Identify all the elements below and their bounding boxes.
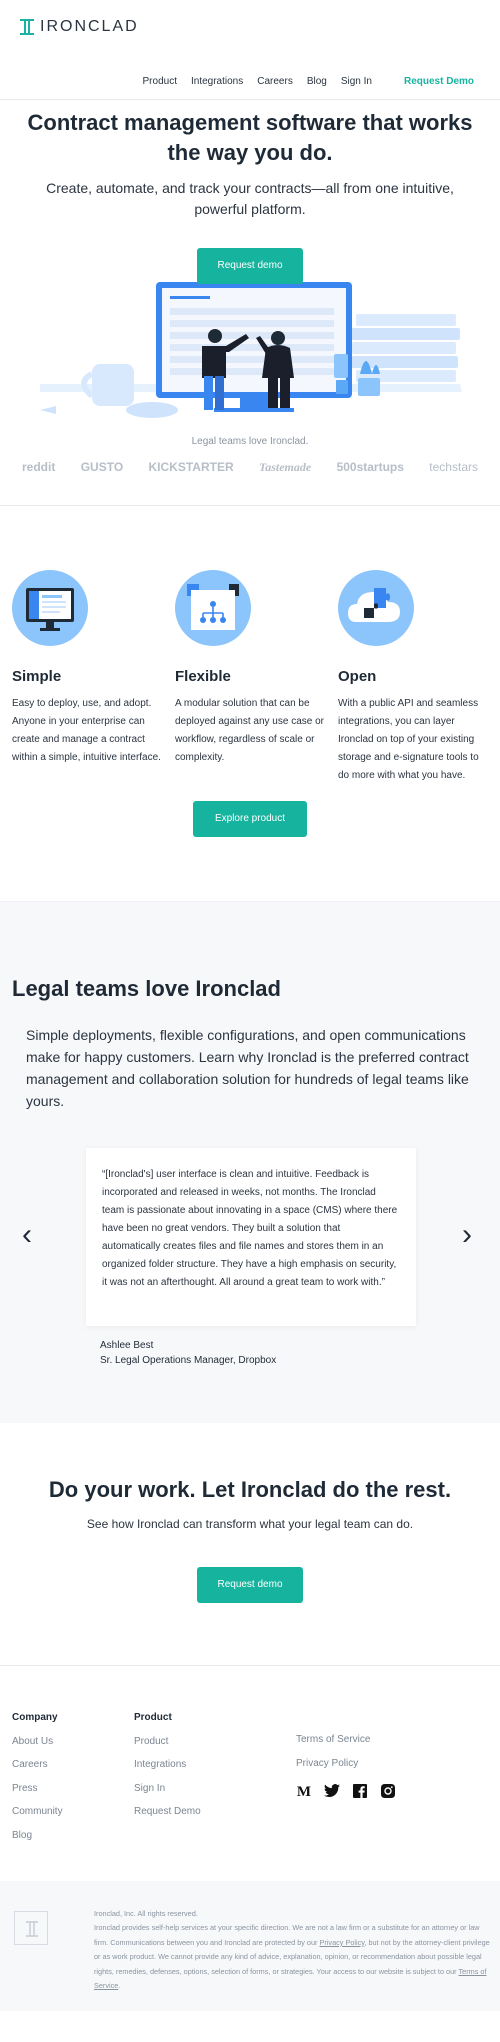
copyright: Ironclad, Inc. All rights reserved. bbox=[94, 1909, 198, 1918]
privacy-policy-link[interactable]: Privacy Policy bbox=[320, 1938, 365, 1947]
feature-title: Simple bbox=[12, 668, 62, 685]
workflow-icon bbox=[175, 570, 251, 646]
quote-author: Ashlee Best Sr. Legal Operations Manager… bbox=[100, 1338, 276, 1368]
nav-request-demo[interactable]: Request Demo bbox=[404, 76, 474, 87]
hero-subtitle: Create, automate, and track your contrac… bbox=[46, 180, 454, 217]
hero-request-demo-button[interactable]: Request demo bbox=[197, 248, 303, 284]
kickstarter-logo: KICKSTARTER bbox=[148, 460, 234, 474]
author-title: Sr. Legal Operations Manager, Dropbox bbox=[100, 1355, 277, 1366]
footer-heading: Product bbox=[134, 1712, 172, 1723]
nav-product[interactable]: Product bbox=[143, 76, 177, 87]
500startups-logo: 500startups bbox=[336, 460, 404, 474]
medium-icon[interactable]: M bbox=[296, 1784, 312, 1800]
legal-section: Ironclad, Inc. All rights reserved. Iron… bbox=[0, 1881, 500, 2011]
feature-title: Flexible bbox=[175, 668, 231, 685]
legal-disclaimer: Ironclad provides self-help services at … bbox=[94, 1923, 490, 1991]
puzzle-cloud-icon bbox=[338, 570, 414, 646]
explore-product-button[interactable]: Explore product bbox=[193, 801, 307, 837]
footer-link-product[interactable]: Product bbox=[134, 1730, 201, 1754]
footer-link-careers[interactable]: Careers bbox=[12, 1753, 63, 1777]
footer-link-integrations[interactable]: Integrations bbox=[134, 1753, 201, 1777]
social-links: M bbox=[296, 1784, 396, 1800]
hero-title: Contract management software that works … bbox=[27, 110, 473, 165]
chevron-right-icon[interactable]: › bbox=[462, 1218, 472, 1252]
nav-sign-in[interactable]: Sign In bbox=[341, 76, 372, 87]
feature-flexible: Flexible A modular solution that can be … bbox=[175, 570, 325, 785]
testimonials-section: Legal teams love Ironclad Simple deploym… bbox=[0, 901, 500, 1423]
testimonials-title: Legal teams love Ironclad bbox=[12, 976, 281, 1001]
reddit-logo: reddit bbox=[22, 460, 56, 474]
hero-section: Contract management software that works … bbox=[0, 108, 500, 506]
logos-caption: Legal teams love Ironclad. bbox=[191, 436, 309, 447]
tastemade-logo: Tastemade bbox=[258, 459, 312, 474]
feature-text: Easy to deploy, use, and adopt. Anyone i… bbox=[12, 698, 161, 763]
hero-illustration bbox=[0, 274, 500, 424]
feature-text: With a public API and seamless integrati… bbox=[338, 698, 479, 781]
techstars-logo: techstars bbox=[429, 460, 478, 474]
feature-simple: Simple Easy to deploy, use, and adopt. A… bbox=[12, 570, 162, 785]
office-illustration-icon bbox=[40, 282, 462, 418]
cta-request-demo-button[interactable]: Request demo bbox=[197, 1567, 303, 1603]
feature-open: Open With a public API and seamless inte… bbox=[338, 570, 488, 785]
footer-legal-column: Terms of Service Privacy Policy bbox=[296, 1728, 370, 1775]
nav-careers[interactable]: Careers bbox=[257, 76, 293, 87]
quote-text: “[Ironclad's] user interface is clean an… bbox=[102, 1169, 398, 1288]
nav-blog[interactable]: Blog bbox=[307, 76, 327, 87]
monitor-icon bbox=[12, 570, 88, 646]
logo-mark-icon bbox=[20, 19, 34, 35]
cta-title: Do your work. Let Ironclad do the rest. bbox=[48, 1477, 452, 1502]
site-footer: Company About Us Careers Press Community… bbox=[0, 1665, 500, 1881]
ironclad-logo[interactable]: IRONCLAD bbox=[20, 18, 139, 36]
cta-section: Do your work. Let Ironclad do the rest. … bbox=[0, 1423, 500, 1665]
footer-link-press[interactable]: Press bbox=[12, 1777, 63, 1801]
footer-link-blog[interactable]: Blog bbox=[12, 1824, 63, 1848]
logo-text: IRONCLAD bbox=[40, 18, 139, 35]
main-nav: Product Integrations Careers Blog Sign I… bbox=[143, 76, 474, 87]
features-section: Simple Easy to deploy, use, and adopt. A… bbox=[0, 506, 500, 785]
footer-link-community[interactable]: Community bbox=[12, 1800, 63, 1824]
page: IRONCLAD Product Integrations Careers Bl… bbox=[0, 0, 500, 2011]
site-header: IRONCLAD Product Integrations Careers Bl… bbox=[0, 0, 500, 100]
testimonials-subtitle: Simple deployments, flexible configurati… bbox=[26, 1027, 469, 1109]
customer-logos: reddit GUSTO KICKSTARTER Tastemade 500st… bbox=[0, 455, 500, 479]
legal-text: Ironclad, Inc. All rights reserved. Iron… bbox=[94, 1907, 490, 1993]
footer-heading: Company bbox=[12, 1712, 58, 1723]
cta-subtitle: See how Ironclad can transform what your… bbox=[86, 1517, 414, 1531]
footer-product-column: Product Product Integrations Sign In Req… bbox=[134, 1706, 201, 1824]
footer-link-about[interactable]: About Us bbox=[12, 1730, 63, 1754]
gusto-logo: GUSTO bbox=[80, 460, 124, 474]
chevron-left-icon[interactable]: ‹ bbox=[22, 1218, 32, 1252]
footer-link-privacy[interactable]: Privacy Policy bbox=[296, 1752, 370, 1776]
footer-company-column: Company About Us Careers Press Community… bbox=[12, 1706, 63, 1847]
feature-title: Open bbox=[338, 668, 377, 685]
footer-link-terms[interactable]: Terms of Service bbox=[296, 1728, 370, 1752]
instagram-icon[interactable] bbox=[380, 1784, 396, 1800]
footer-link-request-demo[interactable]: Request Demo bbox=[134, 1800, 201, 1824]
footer-link-sign-in[interactable]: Sign In bbox=[134, 1777, 201, 1801]
logo-mark-icon bbox=[14, 1911, 48, 1945]
facebook-icon[interactable] bbox=[352, 1784, 368, 1800]
twitter-icon[interactable] bbox=[324, 1784, 340, 1800]
author-name: Ashlee Best bbox=[100, 1340, 154, 1351]
nav-integrations[interactable]: Integrations bbox=[191, 76, 243, 87]
feature-text: A modular solution that can be deployed … bbox=[175, 698, 324, 763]
quote-card: “[Ironclad's] user interface is clean an… bbox=[86, 1148, 416, 1326]
